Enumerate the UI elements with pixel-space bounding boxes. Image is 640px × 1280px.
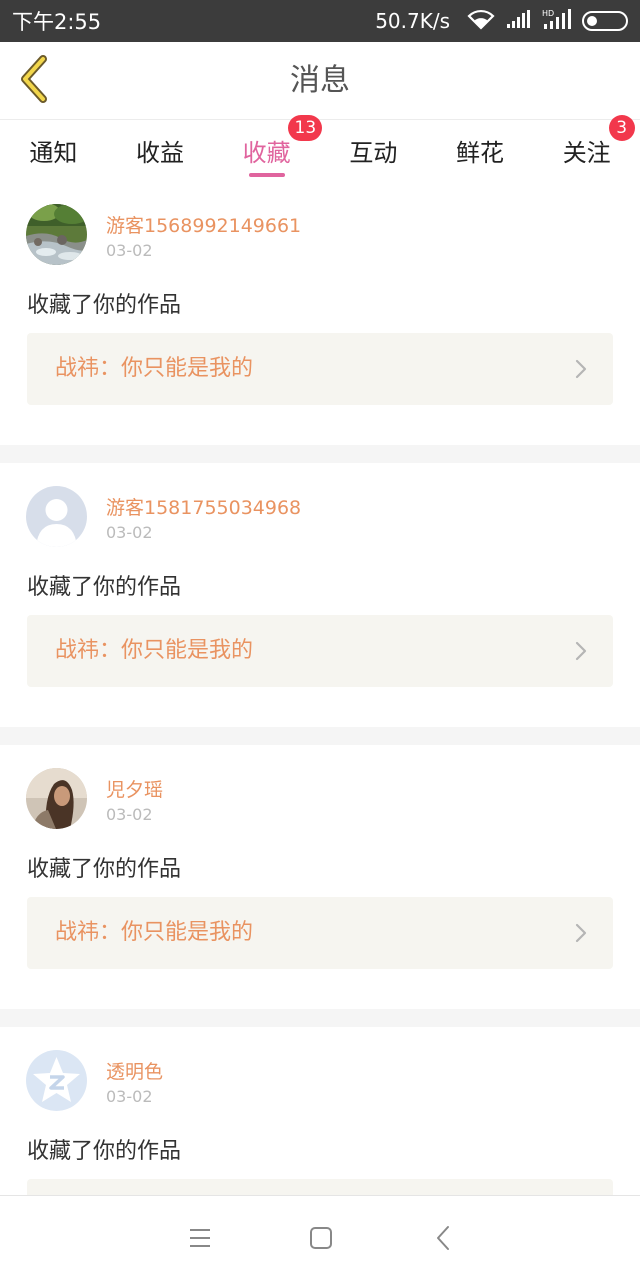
user-name[interactable]: 游客1581755034968 (106, 493, 301, 520)
divider (0, 445, 640, 463)
status-indicators: 50.7K/s HD (375, 8, 628, 35)
signal-icon (506, 9, 532, 34)
work-link[interactable]: 战祎：你只能是我的 (27, 897, 613, 969)
tab-follows[interactable]: 关注 3 (533, 115, 640, 181)
chevron-right-icon (575, 359, 587, 383)
user-name[interactable]: 児夕瑶 (106, 775, 163, 802)
system-nav-bar (0, 1195, 640, 1280)
message-list: 游客1568992149661 03-02 收藏了你的作品 战祎：你只能是我的 … (0, 181, 640, 1280)
action-text: 收藏了你的作品 (27, 293, 182, 318)
hd-signal-icon: HD (542, 8, 572, 35)
work-link[interactable]: 战祎：你只能是我的 (27, 333, 613, 405)
message-card: 游客1568992149661 03-02 收藏了你的作品 战祎：你只能是我的 (0, 181, 640, 445)
tab-label: 收藏 (242, 139, 291, 167)
message-date: 03-02 (106, 523, 153, 542)
tab-label: 互动 (349, 139, 398, 167)
tab-label: 关注 (562, 139, 611, 167)
qzone-star-avatar[interactable] (26, 1050, 87, 1111)
work-title: 战祎：你只能是我的 (55, 638, 254, 663)
status-time: 下午2:55 (12, 10, 102, 34)
tab-earnings[interactable]: 收益 (107, 121, 214, 181)
default-person-avatar[interactable] (26, 486, 87, 547)
action-text: 收藏了你的作品 (27, 857, 182, 882)
work-title: 战祎：你只能是我的 (55, 356, 254, 381)
message-date: 03-02 (106, 1087, 153, 1106)
message-date: 03-02 (106, 241, 153, 260)
menu-icon[interactable] (186, 1224, 214, 1252)
work-title: 战祎：你只能是我的 (55, 920, 254, 945)
svg-text:HD: HD (542, 9, 554, 18)
battery-icon (582, 11, 628, 31)
chevron-right-icon (575, 923, 587, 947)
message-date: 03-02 (106, 805, 153, 824)
back-chevron-icon[interactable] (430, 1224, 458, 1252)
home-square-icon[interactable] (307, 1224, 335, 1252)
landscape-stream-avatar[interactable] (26, 204, 87, 265)
header: 消息 (0, 42, 640, 120)
status-bar: 下午2:55 50.7K/s HD (0, 0, 640, 42)
wifi-icon (466, 8, 496, 35)
unread-badge: 13 (288, 115, 323, 141)
tab-bar: 通知 收益 收藏 13 互动 鲜花 关注 3 (0, 115, 640, 181)
network-speed: 50.7K/s (375, 9, 450, 33)
message-card: 游客1581755034968 03-02 收藏了你的作品 战祎：你只能是我的 (0, 463, 640, 727)
tab-notifications[interactable]: 通知 (0, 121, 107, 181)
portrait-photo-avatar[interactable] (26, 768, 87, 829)
tab-label: 收益 (136, 139, 184, 167)
unread-badge: 3 (608, 115, 635, 141)
tab-label: 通知 (29, 139, 78, 167)
tab-favorites[interactable]: 收藏 13 (213, 115, 323, 181)
action-text: 收藏了你的作品 (27, 575, 182, 600)
action-text: 收藏了你的作品 (27, 1139, 182, 1164)
chevron-right-icon (575, 641, 587, 665)
tab-flowers[interactable]: 鲜花 (427, 121, 534, 181)
user-name[interactable]: 游客1568992149661 (106, 211, 301, 238)
divider (0, 1009, 640, 1027)
divider (0, 727, 640, 745)
tab-interactions[interactable]: 互动 (320, 121, 427, 181)
work-link[interactable]: 战祎：你只能是我的 (27, 615, 613, 687)
message-card: 児夕瑶 03-02 收藏了你的作品 战祎：你只能是我的 (0, 745, 640, 1009)
tab-underline (248, 173, 285, 177)
page-title: 消息 (290, 63, 350, 98)
tab-label: 鲜花 (456, 139, 505, 167)
user-name[interactable]: 透明色 (106, 1057, 163, 1084)
